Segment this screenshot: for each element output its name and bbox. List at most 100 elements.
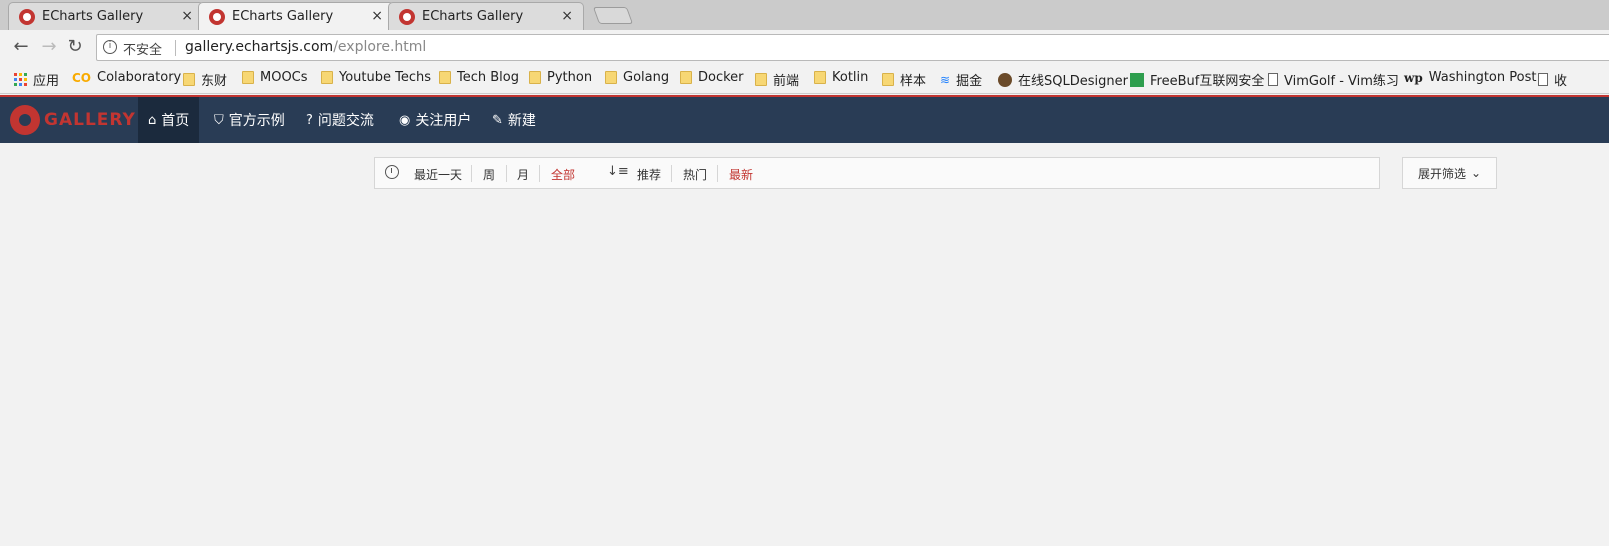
bookmark-juejin[interactable]: ≋ 掘金 — [940, 70, 983, 90]
browser-tab-2[interactable]: ECharts Gallery × — [198, 2, 394, 31]
sort-icon: ↓≡ — [607, 164, 629, 179]
bookmark-label: Kotlin — [832, 70, 869, 85]
bookmark-python[interactable]: Python — [529, 70, 592, 85]
tab-strip: ECharts Gallery × ECharts Gallery × ECha… — [0, 0, 1609, 31]
question-icon: ? — [306, 112, 313, 128]
bookmark-tech-blog[interactable]: Tech Blog — [439, 70, 519, 85]
tab-title: ECharts Gallery — [42, 9, 144, 24]
freebuf-icon — [1130, 72, 1144, 87]
nav-following[interactable]: ◉ 关注用户 — [389, 97, 481, 143]
browser-toolbar: ← → ↻ i 不安全 gallery.echartsjs.com/explor… — [0, 30, 1609, 64]
nav-official-examples[interactable]: ⛉ 官方示例 — [204, 97, 295, 143]
bookmark-freebuf[interactable]: FreeBuf互联网安全 — [1130, 70, 1264, 89]
home-icon: ⌂ — [148, 112, 157, 128]
logo-text: GALLERY — [44, 110, 136, 130]
sort-newest[interactable]: 最新 — [729, 166, 753, 183]
folder-icon — [605, 71, 617, 84]
address-separator — [175, 40, 176, 56]
sort-recommended[interactable]: 推荐 — [637, 166, 661, 183]
nav-label: 问题交流 — [317, 113, 374, 129]
folder-icon — [814, 71, 826, 84]
bookmark-label: VimGolf - Vim练习 — [1284, 74, 1399, 89]
bookmarks-bar: 应用 CO Colaboratory 东财 MOOCs Youtube Tech… — [0, 64, 1609, 94]
bookmark-label: 东财 — [201, 74, 228, 89]
bookmark-sqldesigner[interactable]: 在线SQLDesigner — [998, 70, 1128, 89]
app-header: GALLERY ⌂ 首页 ⛉ 官方示例 ? 问题交流 ◉ 关注用户 ✎ 新建 — [0, 95, 1609, 143]
bookmark-label: Tech Blog — [457, 70, 519, 85]
bookmark-label: FreeBuf互联网安全 — [1150, 74, 1265, 89]
close-tab-icon[interactable]: × — [371, 8, 383, 24]
bookmark-label: 前端 — [773, 74, 800, 89]
bookmark-samples[interactable]: 样本 — [882, 70, 926, 89]
nav-questions[interactable]: ? 问题交流 — [296, 97, 384, 143]
folder-icon — [242, 71, 254, 84]
bookmark-colaboratory[interactable]: CO Colaboratory — [72, 70, 181, 85]
browser-tab-1[interactable]: ECharts Gallery × — [8, 2, 204, 30]
wp-icon: wp — [1404, 70, 1423, 85]
url-text: gallery.echartsjs.com/explore.html — [185, 39, 426, 55]
bookmark-docker[interactable]: Docker — [680, 70, 744, 85]
bookmark-youtube-techs[interactable]: Youtube Techs — [321, 70, 431, 85]
url-path: /explore.html — [333, 39, 427, 55]
chevron-down-icon: ⌄ — [1470, 166, 1482, 180]
bookmark-washington-post[interactable]: wp Washington Post — [1404, 70, 1536, 85]
expand-filters-label: 展开筛选 — [1417, 166, 1466, 181]
url-host: gallery.echartsjs.com — [185, 39, 334, 55]
echarts-favicon-icon — [19, 9, 35, 25]
filter-separator — [471, 165, 472, 182]
address-bar[interactable]: i 不安全 gallery.echartsjs.com/explore.html — [96, 34, 1609, 61]
bookmark-apps[interactable]: 应用 — [14, 70, 59, 89]
bookmark-dongcai[interactable]: 东财 — [183, 70, 227, 89]
forward-arrow-icon[interactable]: → — [38, 36, 60, 58]
bookmark-label: Golang — [623, 70, 670, 85]
bookmark-label: 收 — [1554, 74, 1568, 89]
nav-home[interactable]: ⌂ 首页 — [138, 97, 200, 143]
nav-label: 官方示例 — [228, 113, 285, 129]
info-icon[interactable]: i — [103, 40, 117, 54]
apps-grid-icon — [14, 73, 27, 86]
new-tab-button[interactable] — [592, 7, 634, 24]
bookmark-label: 掘金 — [956, 74, 983, 89]
filter-separator — [506, 165, 507, 182]
folder-icon — [882, 73, 894, 86]
back-arrow-icon[interactable]: ← — [10, 36, 32, 58]
bookmark-label: MOOCs — [260, 70, 308, 85]
colab-icon: CO — [72, 70, 92, 85]
echarts-favicon-icon — [209, 9, 225, 25]
bookmark-label: 应用 — [33, 74, 60, 89]
close-tab-icon[interactable]: × — [181, 8, 193, 24]
bookmark-golang[interactable]: Golang — [605, 70, 669, 85]
filter-all[interactable]: 全部 — [551, 166, 575, 183]
bookmark-label: 样本 — [900, 74, 927, 89]
folder-icon — [755, 73, 767, 86]
bookmark-frontend[interactable]: 前端 — [755, 70, 799, 89]
bookmark-label: Colaboratory — [97, 70, 182, 85]
filter-separator — [539, 165, 540, 182]
bookmark-moocs[interactable]: MOOCs — [242, 70, 308, 85]
nav-new[interactable]: ✎ 新建 — [482, 97, 546, 143]
close-tab-icon[interactable]: × — [561, 8, 573, 24]
folder-icon — [321, 71, 333, 84]
filter-last-day[interactable]: 最近一天 — [414, 166, 462, 183]
bookmark-vimgolf[interactable]: VimGolf - Vim练习 — [1268, 70, 1399, 89]
gallery-logo[interactable]: GALLERY — [10, 105, 136, 135]
bookmark-collect[interactable]: 收 — [1538, 70, 1567, 89]
filter-month[interactable]: 月 — [517, 166, 529, 183]
page-icon — [1268, 73, 1278, 86]
bookmark-label: Youtube Techs — [339, 70, 432, 85]
expand-filters-button[interactable]: 展开筛选 ⌄ — [1402, 157, 1497, 189]
nav-label: 关注用户 — [415, 113, 472, 129]
folder-icon — [529, 71, 541, 84]
bookmark-label: Python — [547, 70, 593, 85]
bookmark-label: Docker — [698, 70, 744, 85]
browser-tab-3[interactable]: ECharts Gallery × — [388, 2, 584, 30]
folder-icon — [680, 71, 692, 84]
avatar-icon — [998, 72, 1012, 87]
nav-label: 首页 — [161, 113, 190, 129]
filter-week[interactable]: 周 — [483, 166, 495, 183]
tab-title: ECharts Gallery — [422, 9, 524, 24]
bookmark-kotlin[interactable]: Kotlin — [814, 70, 868, 85]
eye-icon: ◉ — [399, 112, 411, 128]
reload-icon[interactable]: ↻ — [64, 36, 86, 58]
sort-hot[interactable]: 热门 — [683, 166, 707, 183]
